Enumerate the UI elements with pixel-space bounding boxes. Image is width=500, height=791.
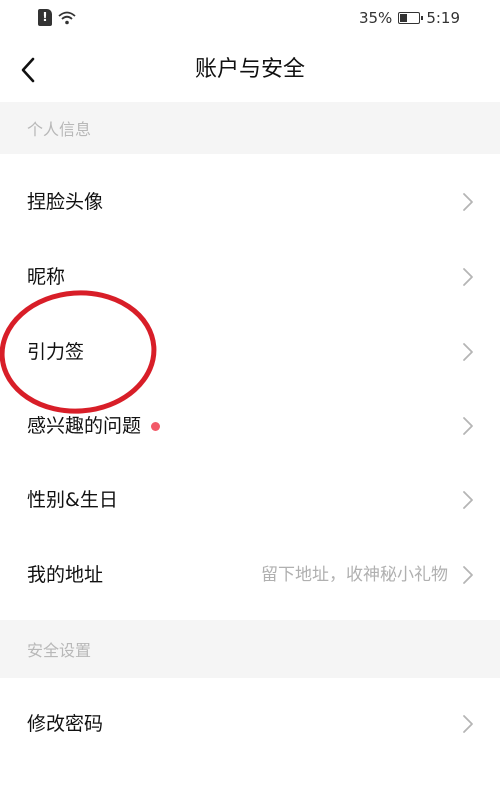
wifi-icon (58, 11, 76, 24)
status-time: 5:19 (426, 9, 460, 27)
chevron-right-icon (463, 268, 473, 286)
row-label-change-password: 修改密码 (27, 713, 104, 735)
row-label-address: 我的地址 (27, 564, 104, 586)
chevron-right-icon (463, 566, 473, 584)
chevron-right-icon (463, 715, 473, 733)
section-header-security-settings: 安全设置 (0, 620, 500, 678)
section-title-personal-info: 个人信息 (27, 120, 92, 139)
page-title: 账户与安全 (194, 57, 305, 82)
list-item-signature[interactable]: 引力签 (0, 315, 500, 389)
row-label-nickname: 昵称 (27, 266, 66, 288)
address-hint: 留下地址，收神秘小礼物 (261, 565, 448, 585)
list-item-address[interactable]: 我的地址 留下地址，收神秘小礼物 (0, 538, 500, 612)
battery-fill (400, 14, 408, 22)
sim-alert-icon (38, 9, 52, 26)
header: 账户与安全 (0, 38, 500, 102)
row-label-gender-birthday: 性别&生日 (27, 489, 118, 511)
battery-icon (398, 12, 424, 24)
chevron-right-icon (463, 193, 473, 211)
list-item-interests[interactable]: 感兴趣的问题 (0, 389, 500, 463)
section-header-personal-info: 个人信息 (0, 102, 500, 154)
row-label-interests-wrap: 感兴趣的问题 (27, 389, 161, 463)
status-bar: 35% 5:19 (0, 0, 500, 38)
battery-percent: 35% (358, 9, 393, 27)
list-item-avatar[interactable]: 捏脸头像 (0, 165, 500, 239)
chevron-right-icon (463, 417, 473, 435)
status-right: 35% 5:19 (359, 9, 460, 27)
list-item-gender-birthday[interactable]: 性别&生日 (0, 463, 500, 537)
chevron-right-icon (463, 343, 473, 361)
list-item-nickname[interactable]: 昵称 (0, 240, 500, 314)
row-label-signature: 引力签 (27, 341, 85, 363)
status-left (38, 9, 76, 26)
notification-dot (151, 421, 161, 431)
row-label-interests: 感兴趣的问题 (27, 415, 142, 437)
chevron-right-icon (463, 491, 473, 509)
row-label-avatar: 捏脸头像 (27, 191, 104, 213)
section-title-security-settings: 安全设置 (27, 641, 92, 660)
list-item-change-password[interactable]: 修改密码 (0, 687, 500, 761)
